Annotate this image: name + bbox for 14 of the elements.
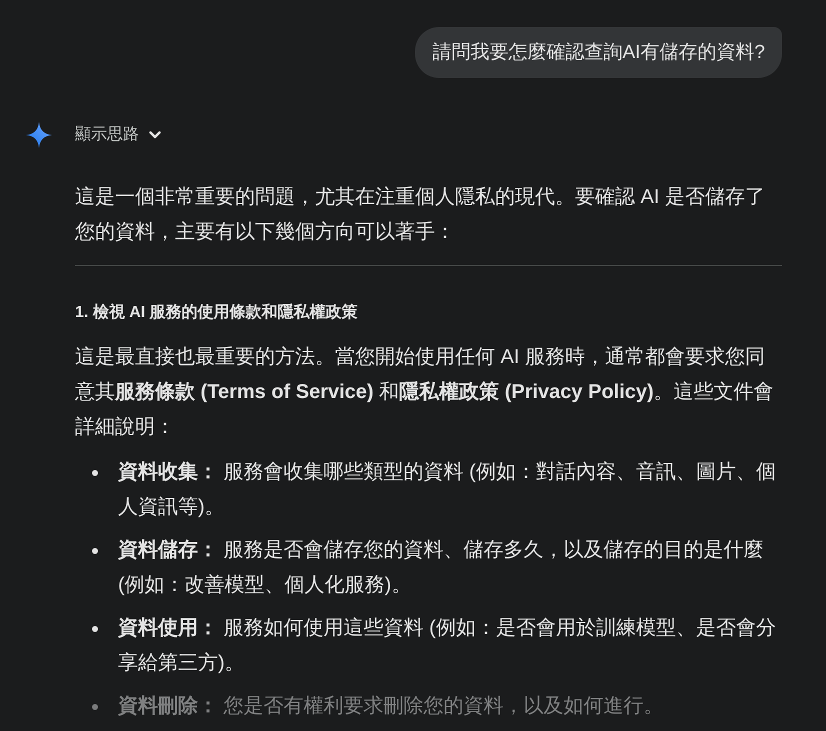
bullet-text: 資料儲存： 服務是否會儲存您的資料、儲存多久，以及儲存的目的是什麼 (例如：改善模型、個人化服務)。	[118, 538, 765, 598]
intro-paragraph: 這是一個非常重要的問題，尤其在注重個人隱私的現代。要確認 AI 是否儲存了您的資料，主要有以下幾個方向可以著手：	[75, 185, 766, 245]
section-paragraph: 這是最直接也最重要的方法。當您開始使用任何 AI 服務時，通常都會要求您同意其服務條款 (Terms of Service) 和隱私權政策 (Privacy Policy)。這些文件會詳細說明：	[75, 345, 775, 440]
bullet-text: 資料收集： 服務會收集哪些類型的資料 (例如：對話內容、音訊、圖片、個人資訊等)。	[118, 460, 777, 520]
bullet-icon	[92, 704, 98, 710]
bullet-text: 資料使用： 服務如何使用這些資料 (例如：是否會用於訓練模型、是否會分享給第三方)。	[118, 616, 777, 676]
bullet-icon	[92, 548, 98, 554]
show-thinking-toggle[interactable]: 顯示思路	[75, 123, 161, 147]
section-heading: 1. 檢視 AI 服務的使用條款和隱私權政策	[75, 302, 359, 323]
bullet-icon	[92, 626, 98, 632]
sparkle-icon	[26, 122, 52, 148]
bullet-icon	[92, 470, 98, 476]
bullet-text: 資料刪除： 您是否有權利要求刪除您的資料，以及如何進行。	[118, 694, 664, 719]
user-message-bubble: 請問我要怎麼確認查詢AI有儲存的資料?	[415, 27, 782, 78]
